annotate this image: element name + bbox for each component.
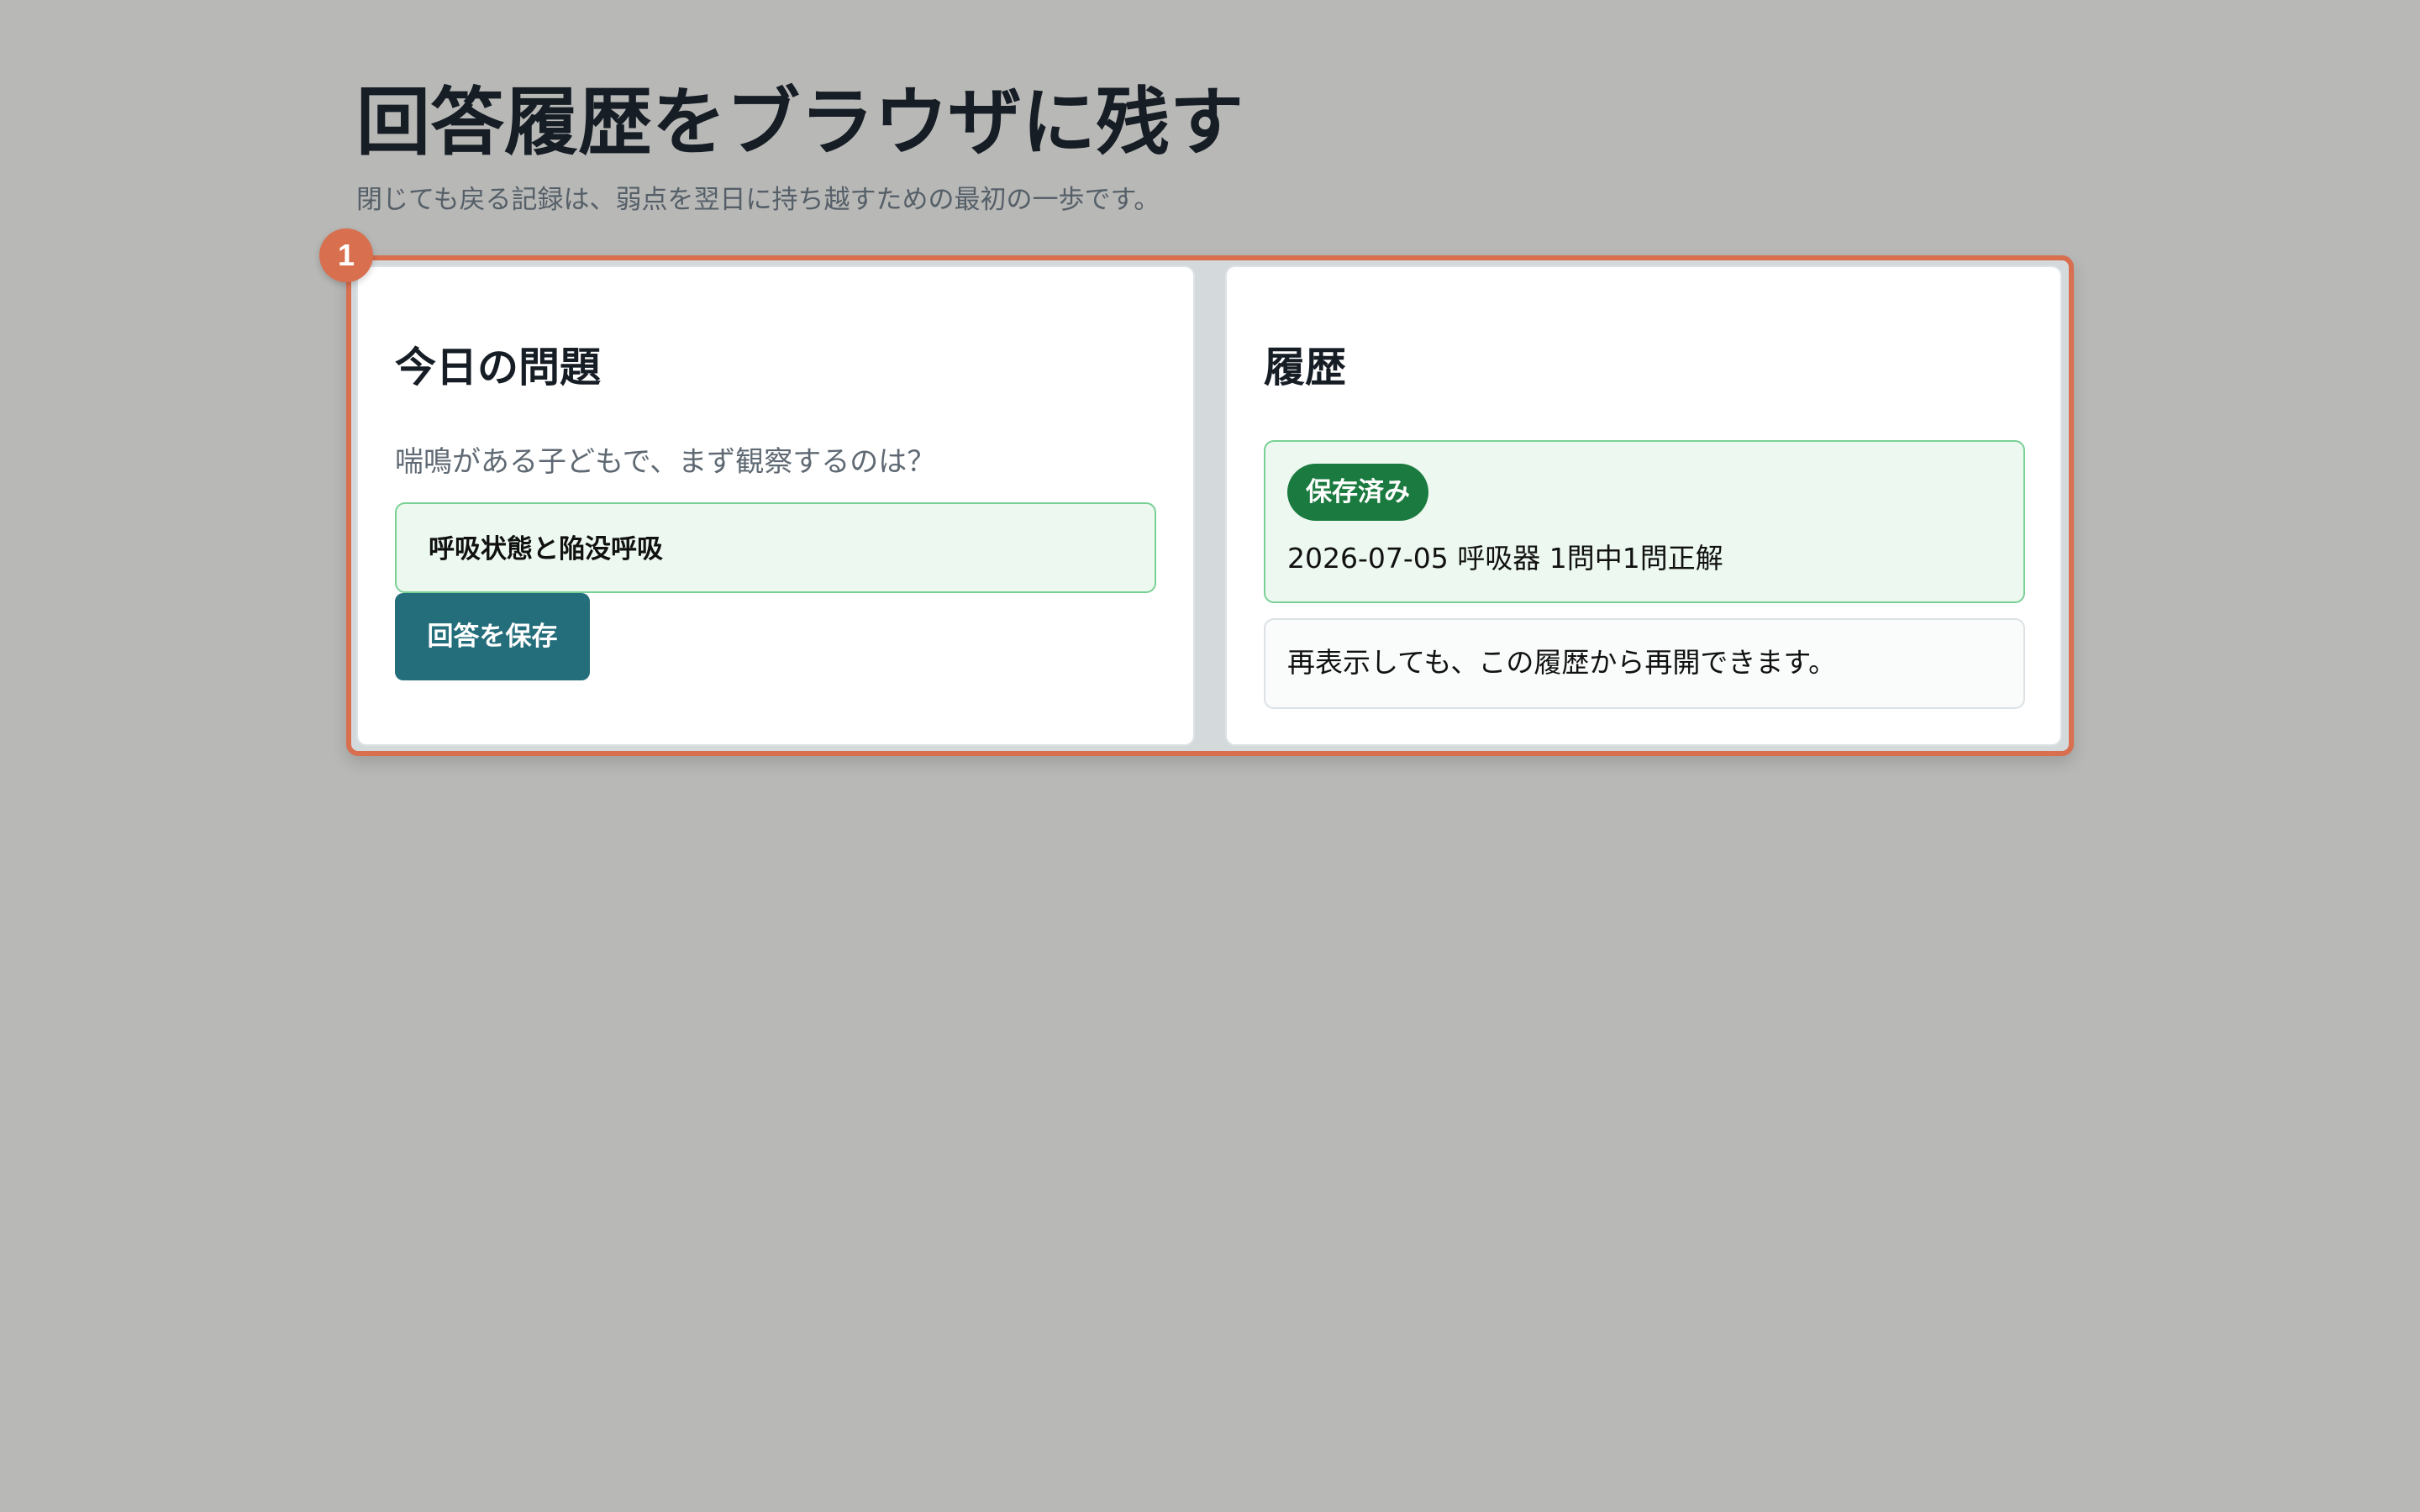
history-heading: 履歴 [1264, 344, 1347, 391]
question-text: 喘鳴がある子どもで、まず観察するのは？ [395, 445, 936, 479]
history-entry-card: 保存済み 2026-07-05 呼吸器 1問中1問正解 [1264, 440, 2025, 603]
step-number-badge: 1 [319, 228, 373, 282]
selected-answer-text: 呼吸状態と陥没呼吸 [429, 534, 663, 564]
page-subtitle: 閉じても戻る記録は、弱点を翌日に持ち越すための最初の一歩です。 [356, 185, 1160, 215]
save-answer-button[interactable]: 回答を保存 [395, 593, 590, 680]
selected-answer-option[interactable]: 呼吸状態と陥没呼吸 [395, 502, 1156, 593]
history-panel: 履歴 保存済み 2026-07-05 呼吸器 1問中1問正解 再表示しても、この… [1225, 265, 2062, 746]
history-entry-text: 2026-07-05 呼吸器 1問中1問正解 [1287, 542, 1723, 575]
today-question-heading: 今日の問題 [395, 344, 602, 391]
resume-info-text: 再表示しても、この履歴から再開できます。 [1287, 646, 1837, 679]
saved-status-badge: 保存済み [1287, 464, 1428, 521]
page-title: 回答履歴をブラウザに残す [356, 79, 1244, 165]
page: 回答履歴をブラウザに残す 閉じても戻る記録は、弱点を翌日に持ち越すための最初の一… [0, 0, 2420, 1512]
today-question-panel: 今日の問題 喘鳴がある子どもで、まず観察するのは？ 呼吸状態と陥没呼吸 回答を保… [356, 265, 1195, 746]
resume-info-box: 再表示しても、この履歴から再開できます。 [1264, 618, 2025, 709]
